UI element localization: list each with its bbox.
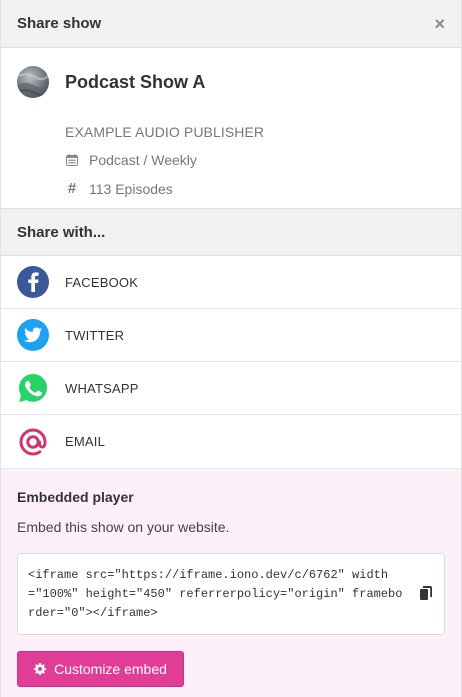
share-facebook[interactable]: FACEBOOK bbox=[1, 256, 461, 309]
share-email[interactable]: EMAIL bbox=[1, 415, 461, 468]
show-episodes-row: # 113 Episodes bbox=[65, 180, 445, 197]
panel-title: Share show bbox=[17, 15, 102, 32]
whatsapp-icon bbox=[17, 372, 49, 404]
panel-header: Share show × bbox=[1, 0, 461, 48]
close-icon[interactable]: × bbox=[434, 15, 445, 33]
embedded-player-title: Embedded player bbox=[17, 489, 134, 505]
share-whatsapp[interactable]: WHATSAPP bbox=[1, 362, 461, 415]
share-with-label: Share with... bbox=[17, 223, 106, 241]
share-twitter-label: TWITTER bbox=[65, 327, 125, 343]
share-twitter[interactable]: TWITTER bbox=[1, 309, 461, 362]
show-category: Podcast / Weekly bbox=[89, 152, 197, 168]
share-with-heading: Share with... bbox=[1, 208, 461, 256]
share-show-panel: Share show × Podcast Show A EXAMPLE AUDI… bbox=[0, 0, 462, 697]
calendar-icon bbox=[65, 154, 79, 166]
embedded-player-description: Embed this show on your website. bbox=[17, 519, 230, 535]
show-info: Podcast Show A EXAMPLE AUDIO PUBLISHER P… bbox=[1, 48, 461, 208]
share-email-label: EMAIL bbox=[65, 434, 106, 449]
customize-embed-label: Customize embed bbox=[54, 661, 167, 677]
show-title: Podcast Show A bbox=[65, 71, 206, 92]
share-whatsapp-label: WHATSAPP bbox=[65, 380, 139, 396]
embedded-player-section: Embedded player Embed this show on your … bbox=[1, 468, 461, 697]
facebook-icon bbox=[17, 266, 49, 298]
hash-icon: # bbox=[67, 180, 77, 197]
show-publisher: EXAMPLE AUDIO PUBLISHER bbox=[65, 124, 265, 140]
embed-code[interactable]: <iframe src="https://iframe.iono.dev/c/6… bbox=[28, 566, 404, 623]
share-facebook-label: FACEBOOK bbox=[65, 274, 139, 290]
share-list: FACEBOOK TWITTER WHATSAPP EMAIL bbox=[1, 256, 461, 468]
show-episodes: 113 Episodes bbox=[89, 180, 173, 197]
twitter-icon bbox=[17, 319, 49, 351]
customize-embed-button[interactable]: Customize embed bbox=[17, 651, 184, 687]
at-sign-icon bbox=[17, 426, 49, 458]
show-cover-image bbox=[17, 66, 49, 98]
gear-icon bbox=[34, 663, 47, 675]
copy-icon[interactable] bbox=[420, 586, 432, 605]
embed-code-box[interactable]: <iframe src="https://iframe.iono.dev/c/6… bbox=[17, 553, 445, 635]
show-category-row: Podcast / Weekly bbox=[65, 152, 445, 168]
